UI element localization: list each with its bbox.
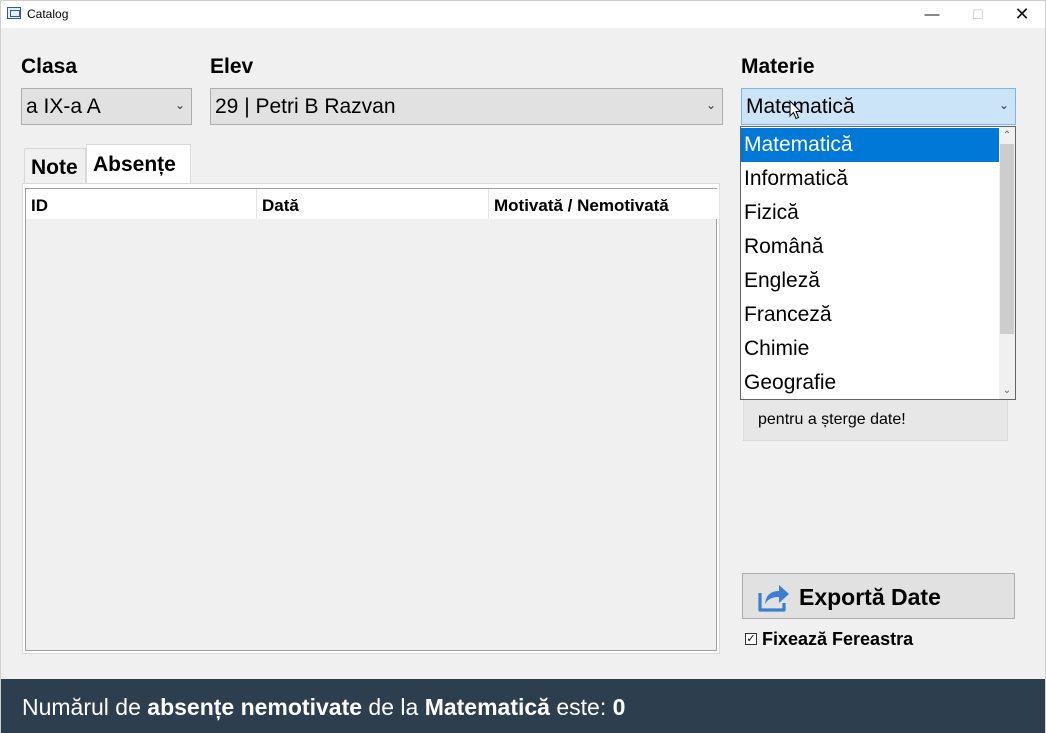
materie-dropdown-list[interactable]: Matematică Informatică Fizică Română Eng…	[740, 126, 1016, 400]
column-header-motivata[interactable]: Motivată / Nemotivată	[489, 189, 720, 219]
app-icon	[7, 7, 21, 19]
tab-absente[interactable]: Absențe	[86, 144, 191, 185]
dropdown-option-engleza[interactable]: Engleză	[741, 264, 999, 298]
mouse-cursor-icon	[789, 100, 802, 120]
export-data-button[interactable]: Exportă Date	[742, 573, 1015, 619]
minimize-button[interactable]: —	[909, 1, 955, 28]
clasa-value: a IX-a A	[26, 95, 101, 118]
close-button[interactable]: ✕	[999, 1, 1045, 28]
absente-tab-panel: ID Dată Motivată / Nemotivată	[22, 183, 720, 654]
scroll-down-arrow-icon[interactable]: ⌄	[999, 382, 1015, 399]
chevron-down-icon: ⌄	[174, 98, 185, 112]
dropdown-option-fizica[interactable]: Fizică	[741, 196, 999, 230]
info-text: pentru a șterge date!	[758, 411, 906, 428]
materie-label: Materie	[741, 55, 815, 78]
scroll-up-arrow-icon[interactable]: ⌃	[999, 127, 1015, 144]
dropdown-option-franceza[interactable]: Franceză	[741, 298, 999, 332]
status-text-part: Numărul de	[22, 694, 148, 720]
elev-value: 29 | Petri B Razvan	[215, 95, 396, 118]
status-text-part: este:	[549, 694, 613, 720]
dropdown-option-matematica[interactable]: Matematică	[741, 128, 999, 162]
status-bar: Numărul de absențe nemotivate de la Mate…	[1, 679, 1045, 733]
column-header-data[interactable]: Dată	[257, 189, 489, 219]
dropdown-scrollbar[interactable]: ⌃ ⌄	[999, 127, 1015, 399]
chevron-down-icon: ⌄	[998, 98, 1009, 112]
tab-note[interactable]: Note	[24, 148, 86, 184]
elev-label: Elev	[210, 55, 254, 78]
fix-window-checkbox[interactable]: ✓	[745, 633, 757, 645]
materie-combobox[interactable]: Matematică ⌄	[741, 88, 1016, 125]
share-export-icon	[758, 585, 789, 612]
clasa-combobox[interactable]: a IX-a A ⌄	[21, 88, 192, 125]
title-bar[interactable]: Catalog — ☐ ✕	[1, 1, 1045, 28]
absente-grid[interactable]: ID Dată Motivată / Nemotivată	[25, 188, 720, 651]
chevron-down-icon: ⌄	[705, 98, 716, 112]
status-text-part: de la	[362, 694, 425, 720]
scrollbar-thumb[interactable]	[1000, 144, 1014, 334]
status-absence-type: absențe nemotivate	[147, 694, 363, 720]
dropdown-option-romana[interactable]: Română	[741, 230, 999, 264]
dropdown-option-geografie[interactable]: Geografie	[741, 366, 999, 399]
grid-header: ID Dată Motivată / Nemotivată	[26, 189, 720, 219]
clasa-label: Clasa	[21, 55, 78, 78]
column-header-id[interactable]: ID	[26, 189, 257, 219]
export-button-label: Exportă Date	[799, 584, 941, 610]
info-box: pentru a șterge date!	[743, 397, 1008, 441]
maximize-button[interactable]: ☐	[955, 1, 1001, 28]
window-title: Catalog	[27, 7, 69, 21]
status-subject: Matematică	[424, 694, 550, 720]
status-count: 0	[612, 694, 626, 720]
dropdown-option-informatica[interactable]: Informatică	[741, 162, 999, 196]
fix-window-label[interactable]: Fixează Fereastra	[762, 629, 913, 650]
catalog-window: Catalog — ☐ ✕ Clasa a IX-a A ⌄ Elev 29 |…	[0, 0, 1046, 733]
status-message: Numărul de absențe nemotivate de la Mate…	[22, 694, 625, 721]
elev-combobox[interactable]: 29 | Petri B Razvan ⌄	[210, 88, 723, 125]
dropdown-option-chimie[interactable]: Chimie	[741, 332, 999, 366]
